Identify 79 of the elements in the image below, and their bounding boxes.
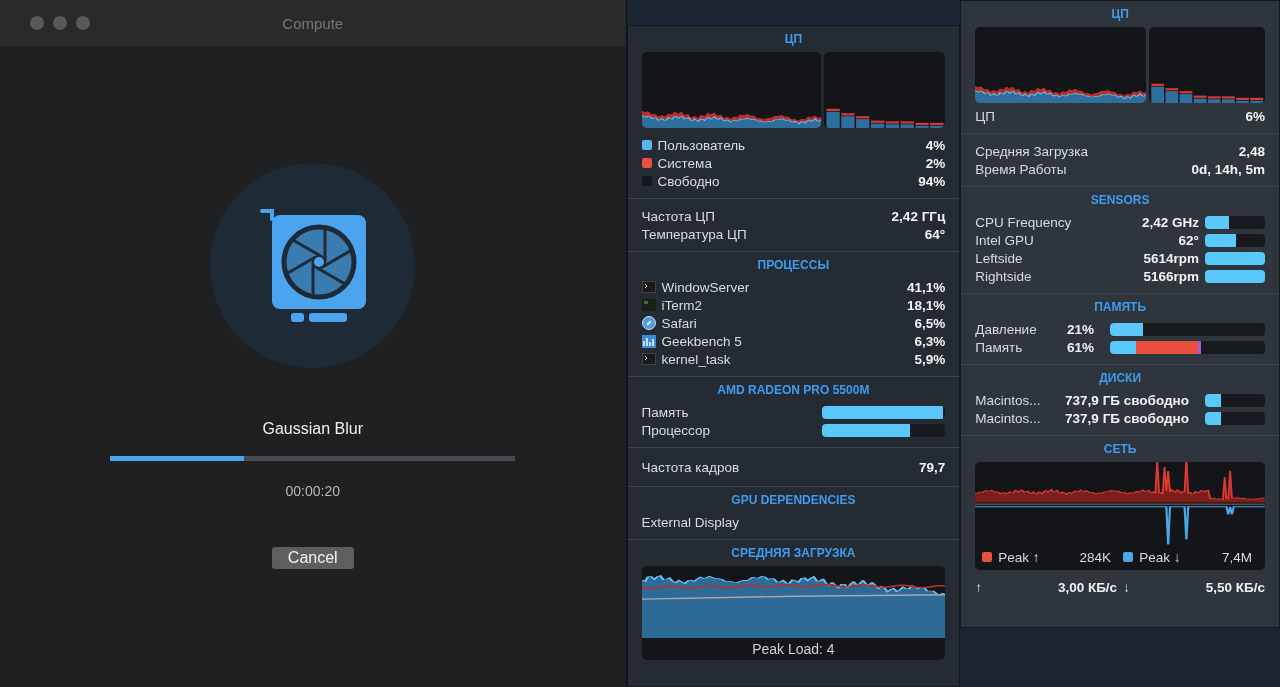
stat-label: Средняя Загрузка bbox=[975, 143, 1090, 159]
section-title: ПРОЦЕССЫ bbox=[756, 258, 831, 272]
legend-value: 2% bbox=[925, 155, 946, 171]
stat-label: Время Работы bbox=[975, 161, 1068, 177]
download-arrow: ↓ bbox=[1123, 579, 1130, 595]
chart-icon bbox=[641, 334, 656, 348]
terminal-icon bbox=[641, 281, 656, 293]
stat-label: Частота кадров bbox=[641, 459, 741, 475]
process-name: iTerm2 bbox=[661, 297, 704, 313]
stat-label: Частота ЦП bbox=[641, 208, 716, 224]
legend-label: Свободно bbox=[657, 173, 721, 189]
legend-label: Peak ↓ bbox=[1139, 549, 1181, 565]
terminal-icon bbox=[641, 353, 656, 365]
stat-label: Температура ЦП bbox=[641, 226, 748, 242]
task-name: Gaussian Blur bbox=[262, 420, 363, 438]
section-title: СРЕДНЯЯ ЗАГРУЗКА bbox=[730, 546, 857, 560]
close-button[interactable] bbox=[30, 16, 44, 30]
meter-label: Память bbox=[641, 404, 690, 420]
legend-value: 94% bbox=[918, 173, 946, 189]
cancel-button[interactable]: Cancel bbox=[271, 547, 354, 569]
zoom-button[interactable] bbox=[76, 16, 90, 30]
sensor-label: Leftside bbox=[975, 250, 1024, 266]
legend-value: 7,4M bbox=[1221, 549, 1252, 565]
sensor-label: Rightside bbox=[975, 268, 1033, 284]
sensor-value: 62° bbox=[1178, 232, 1199, 248]
section-title: ДИСКИ bbox=[1098, 371, 1142, 385]
sensor-value: 5166rpm bbox=[1143, 268, 1199, 284]
section-title: AMD RADEON PRO 5500M bbox=[716, 383, 871, 397]
memory-label: Давление bbox=[975, 321, 1038, 337]
stat-value: 2,42 ГГц bbox=[891, 208, 946, 224]
legend-label: Пользователь bbox=[657, 137, 747, 153]
window-title: Compute bbox=[281, 14, 345, 32]
legend-label: Система bbox=[657, 155, 713, 171]
elapsed-time: 00:00:20 bbox=[285, 483, 340, 499]
peak-load-caption: Peak Load: 4 bbox=[751, 640, 836, 659]
memory-value: 61% bbox=[1066, 339, 1094, 355]
section-title: ЦП bbox=[783, 32, 804, 46]
download-rate: 5,50 КБ/с bbox=[1204, 579, 1265, 595]
stat-value: 79,7 bbox=[918, 459, 946, 475]
legend-value: 4% bbox=[925, 137, 946, 153]
section-title: GPU DEPENDENCIES bbox=[730, 493, 857, 507]
process-name: Geekbench 5 bbox=[661, 333, 743, 349]
disk-name: Macintos... bbox=[975, 410, 1042, 426]
sensor-label: Intel GPU bbox=[975, 232, 1035, 248]
disk-name: Macintos... bbox=[975, 392, 1042, 408]
sensor-label: CPU Frequency bbox=[975, 214, 1073, 230]
stat-value: 6% bbox=[1245, 108, 1265, 124]
memory-label: Память bbox=[975, 339, 1024, 355]
process-name: kernel_task bbox=[661, 351, 732, 367]
disk-free: 737,9 ГБ свободно bbox=[1065, 410, 1189, 426]
upload-rate: 3,00 КБ/с bbox=[1056, 579, 1118, 595]
section-title: SENSORS bbox=[1089, 193, 1151, 207]
section-title: СЕТЬ bbox=[1102, 442, 1138, 456]
process-usage: 6,3% bbox=[914, 333, 946, 349]
process-usage: 18,1% bbox=[906, 297, 946, 313]
compass-icon bbox=[641, 316, 656, 330]
process-name: WindowServer bbox=[661, 279, 751, 295]
console-icon bbox=[641, 299, 656, 311]
process-usage: 5,9% bbox=[914, 351, 946, 367]
process-usage: 41,1% bbox=[906, 279, 946, 295]
minimize-button[interactable] bbox=[53, 16, 67, 30]
stat-label: ЦП bbox=[975, 108, 996, 124]
process-usage: 6,5% bbox=[914, 315, 946, 331]
meter-label: Процессор bbox=[641, 422, 711, 438]
dependency-name: External Display bbox=[641, 514, 741, 530]
memory-value: 21% bbox=[1066, 321, 1094, 337]
process-name: Safari bbox=[661, 315, 698, 331]
graphics-card-icon bbox=[259, 208, 366, 323]
upload-arrow: ↑ bbox=[975, 579, 982, 595]
sensor-value: 2,42 GHz bbox=[1141, 214, 1199, 230]
stat-value: 2,48 bbox=[1238, 143, 1265, 159]
section-title: ПАМЯТЬ bbox=[1093, 300, 1148, 314]
legend-label: Peak ↑ bbox=[998, 549, 1040, 565]
stat-value: 64° bbox=[924, 226, 946, 242]
legend-value: 284K bbox=[1078, 549, 1112, 565]
sensor-value: 5614rpm bbox=[1143, 250, 1199, 266]
section-title: ЦП bbox=[1110, 7, 1130, 21]
stat-value: 0d, 14h, 5m bbox=[1191, 161, 1265, 177]
disk-free: 737,9 ГБ свободно bbox=[1065, 392, 1189, 408]
